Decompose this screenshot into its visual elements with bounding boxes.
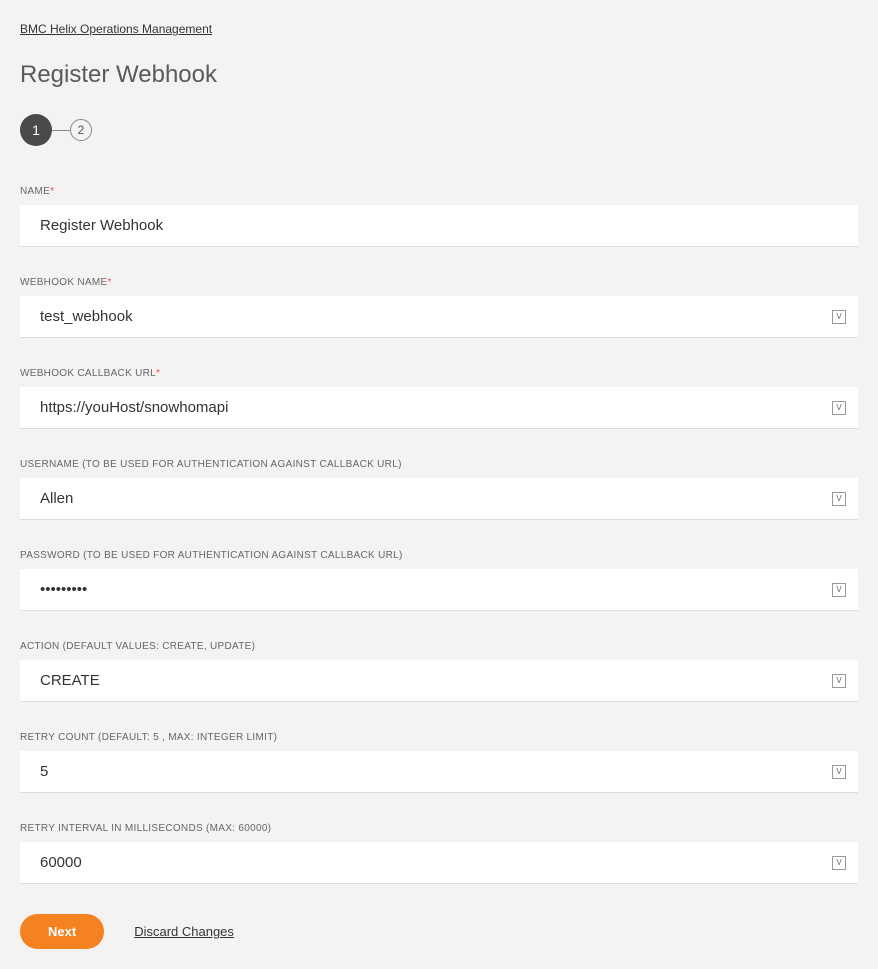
validation-badge-icon: V — [832, 674, 846, 688]
callback-url-input[interactable] — [20, 387, 832, 428]
password-label: PASSWORD (TO BE USED FOR AUTHENTICATION … — [20, 550, 858, 561]
name-label: NAME* — [20, 186, 858, 197]
name-input[interactable] — [20, 205, 858, 246]
username-input[interactable] — [20, 478, 832, 519]
page-title: Register Webhook — [20, 61, 858, 89]
validation-badge-icon: V — [832, 765, 846, 779]
password-input[interactable] — [20, 569, 832, 610]
discard-changes-button[interactable]: Discard Changes — [134, 924, 234, 939]
required-asterisk: * — [108, 277, 112, 288]
required-asterisk: * — [156, 368, 160, 379]
webhook-name-input[interactable] — [20, 296, 832, 337]
validation-badge-icon: V — [832, 583, 846, 597]
validation-badge-icon: V — [832, 856, 846, 870]
breadcrumb-link[interactable]: BMC Helix Operations Management — [20, 22, 212, 36]
webhook-name-label: WEBHOOK NAME* — [20, 277, 858, 288]
step-indicator: 1 2 — [20, 114, 858, 146]
retry-interval-label: RETRY INTERVAL IN MILLISECONDS (MAX: 600… — [20, 823, 858, 834]
step-2[interactable]: 2 — [70, 119, 92, 141]
action-label: ACTION (DEFAULT VALUES: CREATE, UPDATE) — [20, 641, 858, 652]
retry-count-label: RETRY COUNT (DEFAULT: 5 , MAX: INTEGER L… — [20, 732, 858, 743]
validation-badge-icon: V — [832, 310, 846, 324]
step-connector — [52, 130, 70, 131]
username-label: USERNAME (TO BE USED FOR AUTHENTICATION … — [20, 459, 858, 470]
callback-url-label: WEBHOOK CALLBACK URL* — [20, 368, 858, 379]
next-button[interactable]: Next — [20, 914, 104, 949]
step-1[interactable]: 1 — [20, 114, 52, 146]
validation-badge-icon: V — [832, 492, 846, 506]
retry-interval-input[interactable] — [20, 842, 832, 883]
action-input[interactable] — [20, 660, 832, 701]
validation-badge-icon: V — [832, 401, 846, 415]
retry-count-input[interactable] — [20, 751, 832, 792]
required-asterisk: * — [50, 186, 54, 197]
